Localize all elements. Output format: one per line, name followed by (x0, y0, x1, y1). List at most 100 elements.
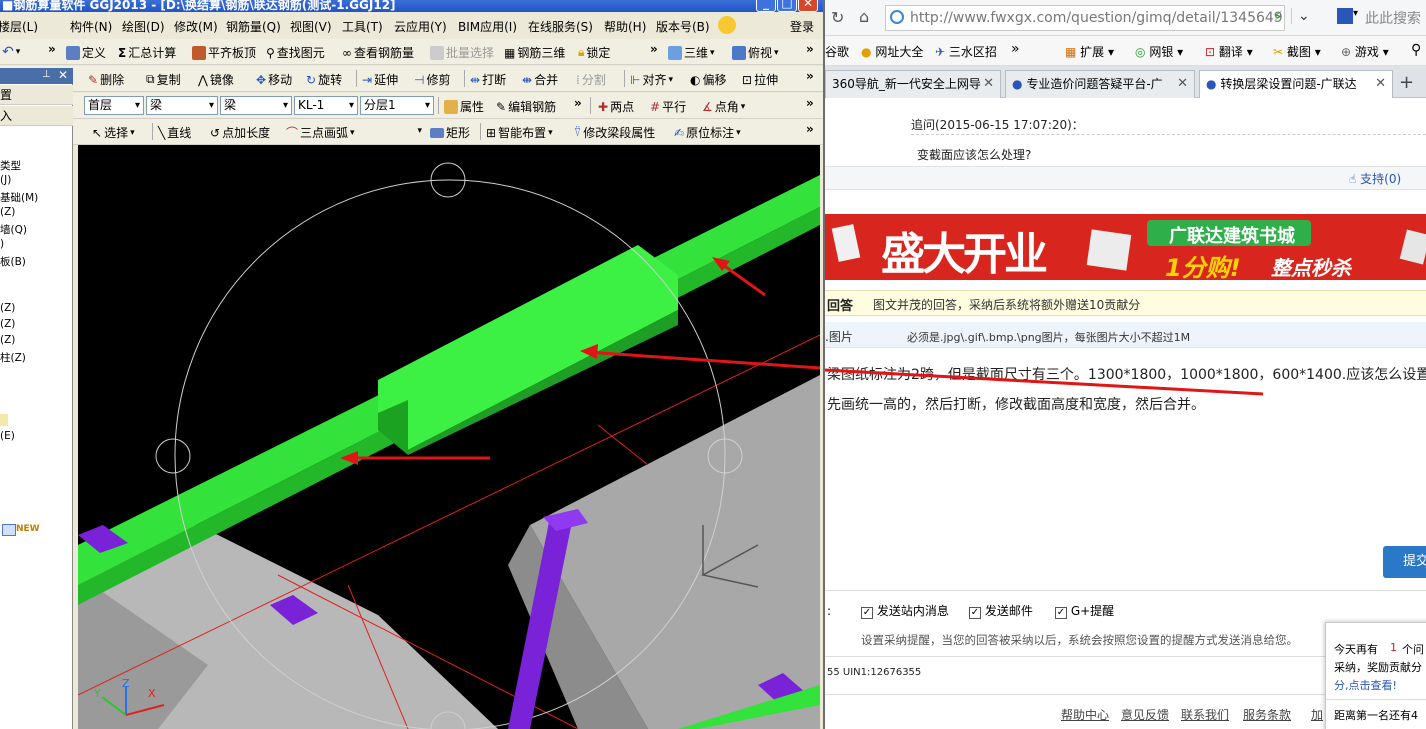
footer-feedback-link[interactable]: 意见反馈 (1121, 706, 1169, 723)
checkbox-checked-icon[interactable]: ✓ (861, 607, 873, 619)
tree-item[interactable]: ) (0, 238, 4, 250)
smart-layout-button[interactable]: ⊞ 智能布置 ▾ (486, 124, 553, 141)
netbank-menu[interactable]: ◎ 网银 ▾ (1135, 43, 1183, 60)
close-icon[interactable]: ✕ (1375, 71, 1386, 97)
checkbox-checked-icon[interactable]: ✓ (1055, 607, 1067, 619)
break-button[interactable]: ⇹ 打断 (470, 71, 506, 88)
move-button[interactable]: ✥ 移动 (256, 71, 292, 88)
image-upload-label[interactable]: .图片 (825, 328, 853, 345)
rectangle-button[interactable]: 矩形 (430, 124, 470, 141)
point-angle-button[interactable]: ∡ 点角 ▾ (702, 98, 745, 115)
rotate-button[interactable]: ↻ 旋转 (306, 71, 342, 88)
ad-banner[interactable]: 盛大开业 广联达建筑书城 1分购! 整点秒杀 (825, 214, 1426, 280)
pin-icon[interactable]: ⊥ (42, 69, 51, 80)
mirror-button[interactable]: ⋀ 镜像 (198, 71, 234, 88)
translate-menu[interactable]: ⊡ 翻译 ▾ (1205, 43, 1253, 60)
minimize-button[interactable]: _ (756, 0, 776, 12)
search-icon[interactable]: ⚲ (1411, 42, 1421, 58)
bookmark-sanshui[interactable]: ✈ 三水区招 (935, 43, 997, 60)
chevron-right-icon[interactable]: » (574, 96, 582, 110)
stretch-button[interactable]: ⊡ 拉伸 (742, 71, 778, 88)
chevron-right-icon[interactable]: » (48, 42, 56, 56)
view-rebar-qty-button[interactable]: ∞ 查看钢筋量 (342, 44, 414, 61)
chevron-right-icon[interactable]: » (806, 69, 814, 83)
menu-rebar-qty[interactable]: 钢筋量(Q) (226, 18, 281, 35)
bookmarks-more-icon[interactable]: » (1011, 41, 1020, 57)
modify-beam-button[interactable]: ⍢ 修改梁段属性 (574, 124, 655, 141)
bookmark-site-directory[interactable]: ● 网址大全 (861, 43, 923, 60)
tree-item[interactable]: (Z) (0, 334, 15, 346)
dropdown-chevron-icon[interactable]: ⌄ (1291, 8, 1310, 24)
footer-contact-link[interactable]: 联系我们 (1181, 706, 1229, 723)
url-field[interactable]: http://www.fwxgx.com/question/gimq/detai… (885, 5, 1285, 31)
3d-view-button[interactable]: 三维 ▾ (668, 44, 715, 61)
tab-current[interactable]: ● 转换层梁设置问题-广联达 ✕ (1199, 70, 1393, 98)
maximize-button[interactable]: □ (777, 0, 797, 12)
two-point-button[interactable]: ✚ 两点 (598, 98, 634, 115)
chevron-right-icon[interactable]: » (806, 122, 814, 136)
edit-rebar-button[interactable]: ✎ 编辑钢筋 (496, 98, 556, 115)
panel-row-settings[interactable]: 置 (0, 85, 73, 105)
trim-button[interactable]: ⊣ 修剪 (414, 71, 450, 88)
tab-360-nav[interactable]: 360导航_新一代安全上网导 ✕ (825, 70, 1001, 98)
tree-item-selected[interactable] (0, 414, 8, 426)
bookmark-google[interactable]: 谷歌 (825, 43, 849, 60)
find-element-button[interactable]: ⚲ 查找图元 (266, 44, 325, 61)
check-site-message[interactable]: ✓ 发送站内消息 (861, 602, 949, 619)
summary-calc-button[interactable]: Σ 汇总计算 (118, 44, 176, 61)
support-link[interactable]: ☝ 支持(0) (1349, 170, 1401, 187)
menu-view[interactable]: 视图(V) (290, 18, 332, 35)
close-icon[interactable]: ✕ (1177, 71, 1188, 97)
subtype-select[interactable]: 梁 (220, 96, 292, 115)
align-button[interactable]: ⊩ 对齐 ▾ (630, 71, 673, 88)
menu-draw[interactable]: 绘图(D) (122, 18, 165, 35)
footer-help-link[interactable]: 帮助中心 (1061, 706, 1109, 723)
menu-bim[interactable]: BIM应用(I) (458, 18, 517, 35)
menu-component[interactable]: 构件(N) (70, 18, 112, 35)
floor-select[interactable]: 首层 (84, 96, 144, 115)
login-link[interactable]: 登录 (790, 18, 814, 35)
menu-modify[interactable]: 修改(M) (174, 18, 218, 35)
tree-item[interactable]: 柱(Z) (0, 350, 26, 365)
chevron-right-icon[interactable]: » (650, 42, 658, 56)
define-button[interactable]: 定义 (66, 44, 106, 61)
tab-qa-platform[interactable]: ● 专业造价问题答疑平台-广 ✕ (1005, 70, 1195, 98)
menu-version[interactable]: 版本号(B) (656, 18, 710, 35)
new-tab-icon[interactable]: + (1399, 72, 1414, 93)
copy-button[interactable]: ⧉ 复制 (146, 71, 181, 88)
menu-floor[interactable]: 楼层(L) (0, 18, 38, 35)
extend-button[interactable]: ⇥ 延伸 (362, 71, 398, 88)
close-button[interactable]: ✕ (798, 0, 818, 12)
tree-item[interactable]: (Z) (0, 302, 15, 314)
element-select[interactable]: KL-1 (294, 96, 358, 115)
delete-button[interactable]: ✎ 删除 (88, 71, 124, 88)
close-icon[interactable]: ✕ (58, 68, 68, 82)
panel-row-import[interactable]: 入 (0, 106, 73, 126)
footer-terms-link[interactable]: 服务条款 (1243, 706, 1291, 723)
tree-item[interactable]: (Z) (0, 318, 15, 330)
tree-item[interactable]: (J) (0, 174, 11, 186)
merge-button[interactable]: ⇼ 合并 (522, 71, 558, 88)
tree-item[interactable]: 墙(Q) (0, 222, 27, 237)
new-feature-badge[interactable]: NEW (2, 524, 40, 539)
footer-join-link[interactable]: 加 (1311, 706, 1323, 723)
split-button[interactable]: ⁞ 分割 (576, 71, 606, 88)
3d-viewport[interactable]: Z Y X (78, 145, 820, 729)
chevron-right-icon[interactable]: » (806, 42, 814, 56)
point-length-button[interactable]: ↺ 点加长度 (210, 124, 270, 141)
extensions-menu[interactable]: ▦ 扩展 ▾ (1065, 43, 1114, 60)
menu-cloud[interactable]: 云应用(Y) (394, 18, 447, 35)
menu-tools[interactable]: 工具(T) (342, 18, 383, 35)
three-point-arc-button[interactable]: ⌒ 三点画弧 ▾ (286, 124, 355, 141)
batch-select-button[interactable]: 批量选择 (430, 44, 494, 61)
properties-button[interactable]: 属性 (444, 98, 484, 115)
layer-select[interactable]: 分层1 (360, 96, 434, 115)
tree-item[interactable]: 基础(M) (0, 190, 38, 205)
tree-item[interactable]: 板(B) (0, 254, 26, 269)
offset-button[interactable]: ◐ 偏移 (690, 71, 727, 88)
search-field[interactable]: 此此搜索 (1365, 8, 1421, 28)
inplace-annotation-button[interactable]: ✍ 原位标注 ▾ (674, 124, 741, 141)
close-icon[interactable]: ✕ (983, 71, 994, 97)
screenshot-menu[interactable]: ✂ 截图 ▾ (1273, 43, 1321, 60)
line-button[interactable]: ╲ 直线 (158, 124, 191, 141)
